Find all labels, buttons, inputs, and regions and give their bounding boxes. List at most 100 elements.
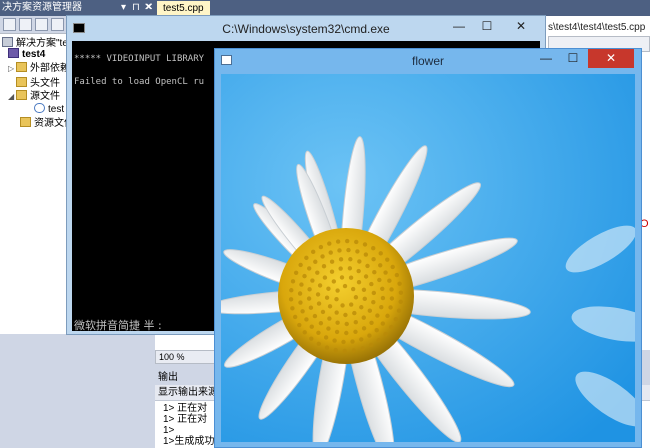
output-line: 1>: [163, 425, 175, 436]
folder-icon: [16, 62, 27, 72]
folder-icon: [16, 77, 27, 87]
disc-floret: [378, 251, 383, 256]
disc-floret: [367, 308, 373, 313]
disc-floret: [332, 338, 337, 343]
disc-floret: [356, 279, 362, 285]
disc-floret: [329, 269, 335, 274]
disc-floret: [355, 249, 360, 254]
disc-floret: [299, 282, 304, 287]
disc-floret: [357, 259, 362, 264]
disc-floret: [348, 302, 354, 307]
disc-floret: [297, 322, 302, 328]
disc-floret: [300, 309, 305, 314]
collapse-arrow-icon[interactable]: ◢: [8, 89, 16, 104]
disc-floret: [327, 304, 333, 309]
pane-dropdown-icon[interactable]: ▾: [121, 0, 126, 16]
disc-floret: [380, 286, 385, 291]
tab-test5-cpp[interactable]: test5.cpp: [157, 1, 210, 16]
disc-floret: [310, 278, 315, 283]
disc-floret: [316, 330, 321, 336]
disc-floret: [307, 287, 312, 292]
disc-floret: [348, 275, 354, 280]
tree-item-external-deps[interactable]: ▷ 外部依赖: [8, 61, 70, 76]
tree-item-project[interactable]: test4: [8, 47, 45, 62]
disc-floret: [397, 281, 402, 286]
disc-floret: [367, 333, 372, 338]
disc-floret: [329, 259, 335, 264]
disc-floret: [315, 270, 320, 275]
disc-floret: [378, 263, 383, 268]
disc-floret: [379, 304, 384, 310]
tab-close-icon[interactable]: ✕: [145, 0, 153, 16]
disc-floret: [348, 257, 353, 262]
maximize-button[interactable]: ☐: [560, 49, 586, 69]
pin-icon[interactable]: ⊓: [132, 0, 140, 16]
disc-floret: [345, 238, 350, 244]
tree-item-cpp-file[interactable]: test: [34, 102, 64, 117]
disc-floret: [298, 262, 303, 268]
disc-floret: [353, 329, 358, 334]
properties-icon[interactable]: [3, 18, 16, 31]
disc-floret: [304, 255, 309, 261]
flower-window[interactable]: flower — ☐ ✕: [214, 48, 642, 448]
disc-floret: [361, 287, 367, 292]
disc-floret: [320, 309, 326, 315]
console-line: ***** VIDEOINPUT LIBRARY: [74, 54, 205, 64]
close-button[interactable]: ✕: [501, 16, 541, 36]
view-code-icon[interactable]: [51, 18, 64, 31]
expand-arrow-icon[interactable]: ▷: [8, 61, 16, 76]
disc-floret: [344, 321, 349, 327]
show-all-files-icon[interactable]: [19, 18, 32, 31]
disc-floret: [335, 320, 340, 325]
minimize-button[interactable]: —: [445, 16, 473, 36]
disc-floret: [350, 286, 356, 292]
disc-floret: [317, 283, 323, 288]
disc-floret: [342, 283, 348, 289]
disc-floret: [324, 295, 330, 300]
disc-floret: [359, 305, 364, 310]
disc-floret: [333, 347, 338, 353]
disc-floret: [326, 326, 331, 331]
disc-floret: [369, 281, 374, 287]
disc-floret: [383, 331, 388, 337]
disc-floret: [361, 326, 367, 331]
project-icon: [8, 48, 19, 58]
disc-floret: [360, 346, 365, 351]
disc-floret: [327, 241, 332, 246]
disc-floret: [324, 345, 330, 350]
disc-floret: [363, 252, 369, 257]
disc-floret: [308, 305, 314, 310]
disc-floret: [353, 295, 359, 300]
disc-floret: [306, 296, 312, 301]
disc-floret: [368, 342, 374, 348]
disc-floret: [389, 296, 395, 301]
disc-floret: [398, 299, 403, 304]
disc-floret: [361, 315, 366, 320]
disc-floret: [313, 259, 318, 264]
disc-floret: [337, 248, 342, 253]
maximize-button[interactable]: ☐: [473, 16, 501, 36]
disc-floret: [288, 297, 294, 302]
disc-floret: [320, 254, 325, 259]
output-line: 1> 正在对: [163, 403, 208, 414]
disc-floret: [338, 257, 344, 262]
disc-floret: [351, 348, 357, 353]
disc-floret: [322, 275, 328, 280]
disc-floret: [369, 320, 374, 325]
disc-floret: [380, 321, 386, 326]
disc-floret: [321, 264, 327, 269]
cmd-title-bar[interactable]: C:\Windows\system32\cmd.exe — ☐ ✕: [67, 16, 545, 41]
flower-title-bar[interactable]: flower — ☐ ✕: [215, 49, 641, 73]
refresh-icon[interactable]: [35, 18, 48, 31]
disc-floret: [385, 257, 390, 262]
disc-floret: [388, 305, 393, 310]
disc-floret: [362, 296, 367, 302]
disc-floret: [346, 247, 351, 253]
disc-floret: [353, 320, 358, 325]
disc-floret: [385, 313, 390, 319]
disc-floret: [398, 290, 404, 295]
disc-floret: [328, 250, 333, 255]
disc-floret: [352, 310, 357, 316]
close-button[interactable]: ✕: [588, 49, 634, 68]
minimize-button[interactable]: —: [533, 49, 559, 69]
